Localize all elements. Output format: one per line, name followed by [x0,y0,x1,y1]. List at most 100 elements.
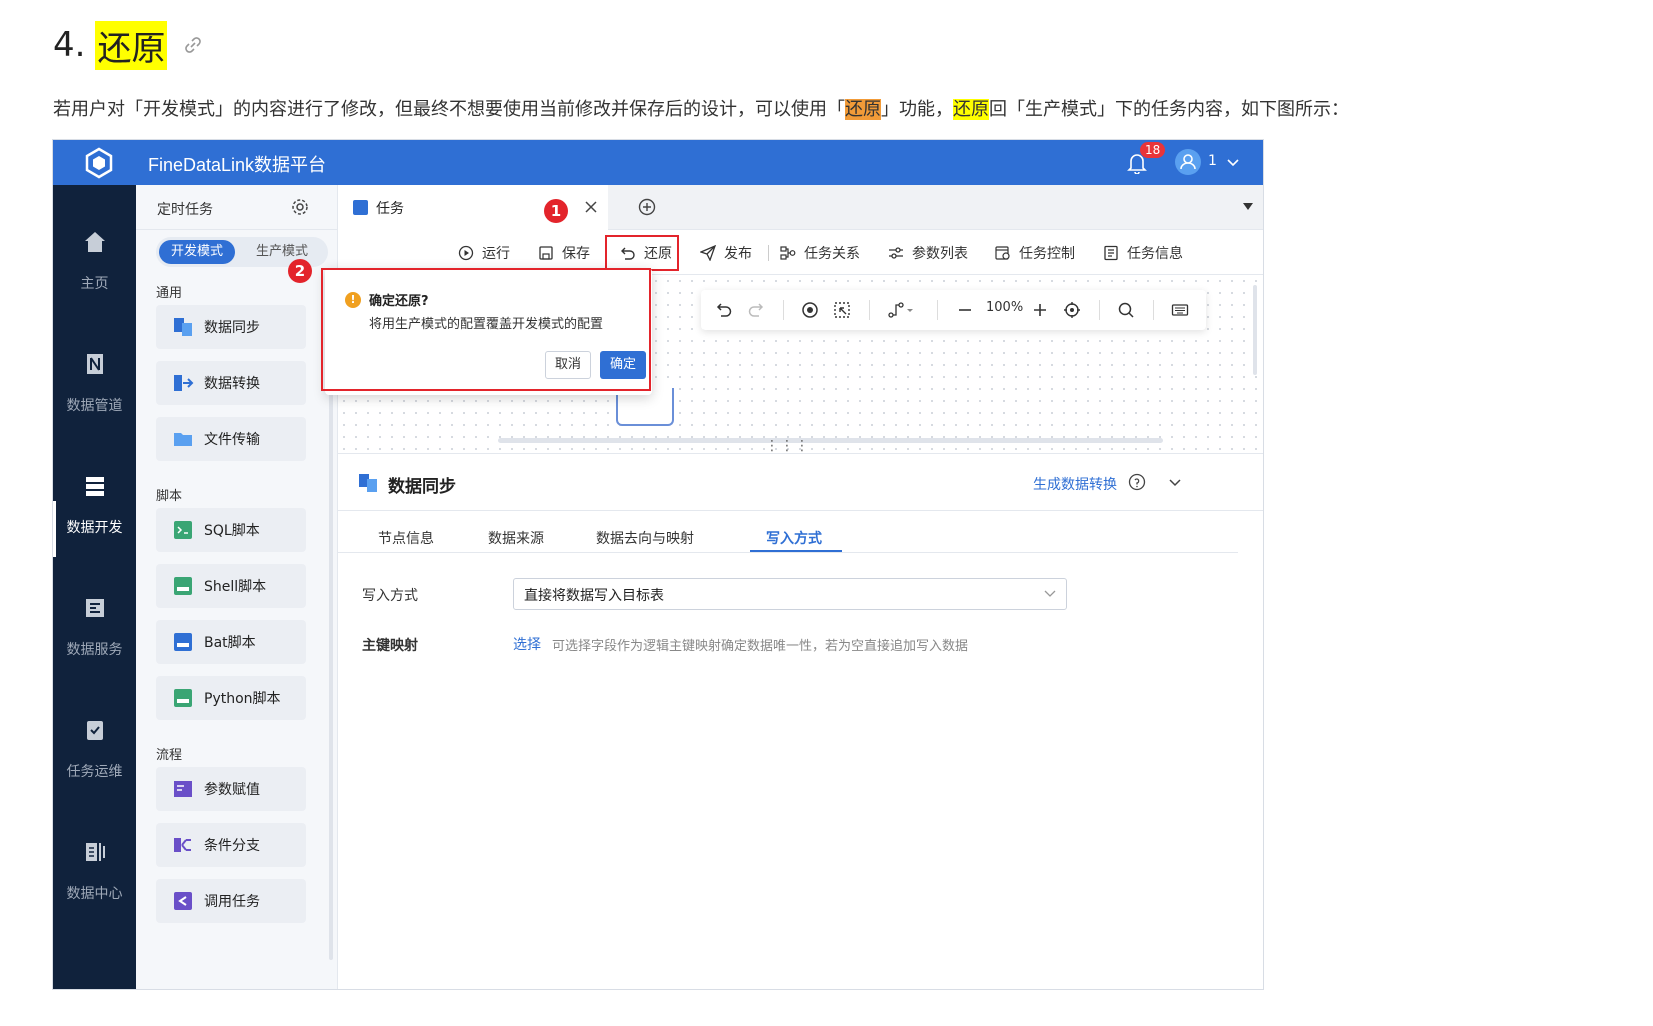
prod-mode-toggle[interactable]: 生产模式 [244,240,320,264]
component-bat-script[interactable]: Bat脚本 [156,620,306,664]
canvas-horizontal-scrollbar[interactable] [498,438,1163,443]
frame-select-icon[interactable] [833,301,851,319]
nav-item-dev[interactable]: 数据开发 [53,473,136,537]
add-tab-icon[interactable] [638,198,656,216]
locate-icon[interactable] [1063,301,1081,319]
nav-item-pipeline[interactable]: 数据管道 [53,351,136,415]
ops-icon [86,721,103,740]
dev-mode-toggle[interactable]: 开发模式 [159,240,236,264]
tab-destination-mapping[interactable]: 数据去向与映射 [596,528,694,548]
write-mode-label: 写入方式 [362,588,418,604]
task-relations-button[interactable]: 任务关系 [780,243,860,263]
param-list-button[interactable]: 参数列表 [888,243,968,263]
pk-select-link[interactable]: 选择 [513,634,541,654]
caret-down-icon[interactable] [1243,203,1253,211]
component-sql-script[interactable]: SQL脚本 [156,508,306,552]
search-icon[interactable] [1117,301,1135,319]
run-label: 运行 [482,246,510,262]
control-label: 任务控制 [1019,246,1075,262]
component-param-assign[interactable]: 参数赋值 [156,767,306,811]
generate-transform-link[interactable]: 生成数据转换 [1033,474,1117,494]
tab-label: 任务 [376,201,404,217]
eye-icon[interactable] [801,301,819,319]
canvas-vertical-scrollbar[interactable] [1253,285,1257,375]
nav-item-home[interactable]: 主页 [53,229,136,293]
section-number: 4. [53,25,86,65]
component-data-sync[interactable]: 数据同步 [156,305,306,349]
bat-icon [174,633,192,651]
component-file-transfer[interactable]: 文件传输 [156,417,306,461]
anchor-link-icon[interactable] [183,35,203,55]
step-marker-2: 2 [288,259,312,283]
save-button[interactable]: 保存 [538,243,590,263]
run-button[interactable]: 运行 [458,243,510,263]
send-icon [700,245,716,261]
nav-item-service[interactable]: 数据服务 [53,595,136,659]
para-highlight-restore-2: 还原 [953,99,989,120]
component-label: 参数赋值 [204,782,260,798]
task-control-button[interactable]: 任务控制 [995,243,1075,263]
tab-write-mode[interactable]: 写入方式 [766,528,822,548]
publish-label: 发布 [724,246,752,262]
nav-item-ops[interactable]: 任务运维 [53,717,136,781]
task-info-button[interactable]: 任务信息 [1103,243,1183,263]
para-text-3: 回「生产模式」下的任务内容，如下图所示： [989,99,1349,120]
user-name[interactable]: 1 [1208,153,1217,169]
toolbar-divider [937,300,938,320]
component-label: 条件分支 [204,838,260,854]
gear-icon[interactable] [291,198,309,216]
resize-handle-icon[interactable]: ⋮⋮⋮ [765,438,810,454]
component-call-task[interactable]: 调用任务 [156,879,306,923]
tab-data-source[interactable]: 数据来源 [488,528,544,548]
close-icon[interactable] [583,199,599,215]
component-shell-script[interactable]: Shell脚本 [156,564,306,608]
para-text-2: 」功能， [881,99,953,120]
keyboard-icon[interactable] [1171,301,1189,319]
section-title-highlight: 还原 [95,20,168,70]
nav-label: 任务运维 [66,764,123,780]
redo-icon[interactable] [747,301,765,319]
nav-item-datacenter[interactable]: 数据中心 [53,839,136,903]
data-sync-icon [359,474,377,492]
chevron-down-icon[interactable] [1168,475,1182,489]
component-label: 文件传输 [204,432,260,448]
task-panel: 定时任务 开发模式 生产模式 通用 数据同步 数据转换 文件传输 脚本 SQL脚… [136,185,338,989]
data-sync-icon [174,318,192,336]
active-tab-indicator [750,550,842,552]
service-icon [85,599,104,617]
connector-style-icon[interactable] [887,301,915,319]
save-icon [539,246,553,260]
call-task-icon [174,892,192,910]
publish-button[interactable]: 发布 [700,243,752,263]
app-title: FineDataLink数据平台 [148,155,327,175]
user-avatar[interactable] [1175,149,1201,175]
calendar-gear-icon [995,246,1010,260]
nav-label: 主页 [80,276,109,292]
component-data-transform[interactable]: 数据转换 [156,361,306,405]
toolbar-divider [869,300,870,320]
component-python-script[interactable]: Python脚本 [156,676,306,720]
intro-paragraph: 若用户对「开发模式」的内容进行了修改，但最终不想要使用当前修改并保存后的设计，可… [53,95,1349,121]
help-icon[interactable] [1128,473,1146,491]
relations-icon [780,246,796,260]
nav-label: 数据服务 [66,642,123,658]
document-icon [1104,245,1118,261]
component-label: Bat脚本 [204,635,256,651]
zoom-out-icon[interactable] [956,301,974,319]
zoom-in-icon[interactable] [1031,301,1049,319]
para-highlight-restore-1: 还原 [845,99,881,120]
panel-scrollbar[interactable] [329,310,333,960]
tab-node-info[interactable]: 节点信息 [378,528,434,548]
param-assign-icon [174,781,192,797]
section-heading: 4. 还原 [53,20,203,70]
component-label: 数据同步 [204,320,260,336]
component-condition-branch[interactable]: 条件分支 [156,823,306,867]
toolbar-divider [768,245,769,261]
undo-icon[interactable] [715,301,733,319]
panel-title: 数据同步 [388,477,456,497]
pk-mapping-label: 主键映射 [362,638,418,654]
play-icon [458,245,474,261]
write-mode-select[interactable]: 直接将数据写入目标表 [513,578,1067,610]
section-script: 脚本 [156,489,183,504]
chevron-down-icon[interactable] [1225,154,1241,170]
